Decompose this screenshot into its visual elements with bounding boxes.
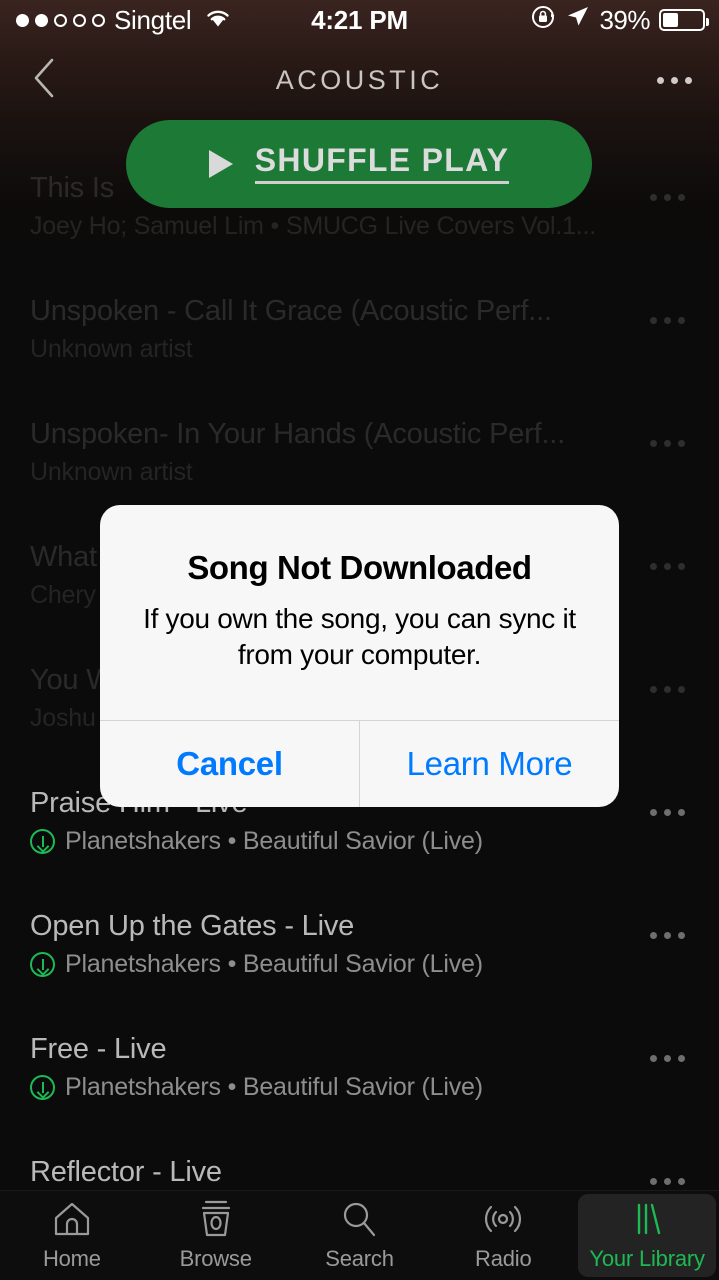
alert-actions: Cancel Learn More bbox=[100, 719, 619, 807]
tab-label: Your Library bbox=[589, 1246, 705, 1271]
search-icon bbox=[338, 1199, 380, 1239]
track-subtitle-text: Unknown artist bbox=[30, 335, 193, 363]
track-subtitle: Joshu bbox=[30, 704, 96, 733]
track-subtitle: Joey Ho; Samuel Lim • SMUCG Live Covers … bbox=[30, 212, 596, 241]
tab-your-library[interactable]: Your Library bbox=[578, 1194, 716, 1277]
tab-label: Search bbox=[325, 1246, 394, 1271]
cancel-button[interactable]: Cancel bbox=[100, 721, 359, 807]
alert-title: Song Not Downloaded bbox=[187, 549, 532, 586]
track-title: What bbox=[30, 541, 97, 573]
tab-search[interactable]: Search bbox=[291, 1194, 429, 1277]
tab-label: Browse bbox=[179, 1246, 252, 1271]
track-subtitle-text: Planetshakers • Beautiful Savior (Live) bbox=[65, 950, 483, 978]
tab-home[interactable]: Home bbox=[3, 1194, 141, 1277]
shuffle-play-label: SHUFFLE PLAY bbox=[254, 144, 510, 184]
page-title: ACOUSTIC bbox=[275, 64, 444, 95]
track-title: Unspoken - Call It Grace (Acoustic Perf.… bbox=[30, 295, 552, 327]
tab-radio[interactable]: Radio bbox=[434, 1194, 572, 1277]
track-row[interactable]: Open Up the Gates - Live Planetshakers • … bbox=[0, 888, 719, 1011]
track-overflow-menu-icon[interactable] bbox=[650, 686, 685, 693]
track-row[interactable]: Unspoken - Call It Grace (Acoustic Perf.… bbox=[0, 273, 719, 396]
track-title: This Is bbox=[30, 172, 114, 204]
tab-label: Radio bbox=[475, 1246, 532, 1271]
battery-percent-label: 39% bbox=[599, 4, 650, 35]
tab-label: Home bbox=[42, 1246, 101, 1271]
navigation-bar: ACOUSTIC bbox=[0, 48, 719, 112]
chevron-left-icon bbox=[31, 56, 59, 105]
track-subtitle: Unknown artist bbox=[30, 458, 193, 487]
track-subtitle: Chery bbox=[30, 581, 96, 610]
track-row[interactable]: Unspoken- In Your Hands (Acoustic Perf..… bbox=[0, 396, 719, 519]
battery-icon bbox=[659, 9, 709, 31]
track-title: Reflector - Live bbox=[30, 1156, 222, 1188]
library-icon bbox=[626, 1199, 668, 1239]
track-overflow-menu-icon[interactable] bbox=[650, 317, 685, 324]
track-subtitle-text: Planetshakers • Beautiful Savior (Live) bbox=[65, 827, 483, 855]
track-title: Free - Live bbox=[30, 1033, 167, 1065]
learn-more-button[interactable]: Learn More bbox=[360, 721, 619, 807]
browse-icon bbox=[195, 1199, 237, 1239]
track-overflow-menu-icon[interactable] bbox=[650, 194, 685, 201]
track-overflow-menu-icon[interactable] bbox=[650, 563, 685, 570]
back-button[interactable] bbox=[0, 56, 90, 105]
track-subtitle-text: Joshu bbox=[30, 704, 96, 732]
alert-message: If you own the song, you can sync it fro… bbox=[143, 603, 576, 671]
track-overflow-menu-icon[interactable] bbox=[650, 440, 685, 447]
track-subtitle: Unknown artist bbox=[30, 335, 193, 364]
tab-bar[interactable]: Home Browse Search Radio Your Library bbox=[0, 1190, 719, 1280]
track-subtitle-text: Joey Ho; Samuel Lim • SMUCG Live Covers … bbox=[30, 212, 597, 240]
status-bar-right: 39% bbox=[530, 4, 719, 37]
play-triangle-icon bbox=[208, 150, 233, 178]
track-row[interactable]: Free - Live Planetshakers • Beautiful Sav… bbox=[0, 1011, 719, 1134]
song-not-downloaded-alert: Song Not Downloaded If you own the song,… bbox=[100, 505, 619, 807]
track-subtitle-text: Unknown artist bbox=[30, 458, 193, 486]
track-title: Unspoken- In Your Hands (Acoustic Perf..… bbox=[30, 418, 566, 450]
track-overflow-menu-icon[interactable] bbox=[650, 809, 685, 816]
track-subtitle: Planetshakers • Beautiful Savior (Live) bbox=[30, 1073, 483, 1102]
tab-browse[interactable]: Browse bbox=[147, 1194, 285, 1277]
track-overflow-menu-icon[interactable] bbox=[650, 1055, 685, 1062]
track-overflow-menu-icon[interactable] bbox=[650, 1178, 685, 1185]
download-complete-icon bbox=[30, 1075, 55, 1100]
shuffle-play-button[interactable]: SHUFFLE PLAY bbox=[126, 120, 592, 208]
phone-screen: Singtel 4:21 PM 39% ACOUSTIC This Is Joe… bbox=[0, 0, 719, 1280]
home-icon bbox=[51, 1199, 93, 1239]
radio-icon bbox=[482, 1199, 524, 1239]
download-complete-icon bbox=[30, 952, 55, 977]
track-overflow-menu-icon[interactable] bbox=[650, 932, 685, 939]
status-bar: Singtel 4:21 PM 39% bbox=[0, 0, 719, 40]
overflow-menu-icon[interactable] bbox=[629, 76, 719, 84]
track-subtitle-text: Chery bbox=[30, 581, 96, 609]
track-subtitle: Planetshakers • Beautiful Savior (Live) bbox=[30, 827, 483, 856]
track-title: Open Up the Gates - Live bbox=[30, 910, 355, 942]
rotation-lock-icon bbox=[530, 4, 556, 37]
alert-body: Song Not Downloaded If you own the song,… bbox=[100, 505, 619, 720]
track-subtitle: Planetshakers • Beautiful Savior (Live) bbox=[30, 950, 483, 979]
download-complete-icon bbox=[30, 829, 55, 854]
track-subtitle-text: Planetshakers • Beautiful Savior (Live) bbox=[65, 1073, 483, 1101]
location-arrow-icon bbox=[565, 4, 590, 36]
